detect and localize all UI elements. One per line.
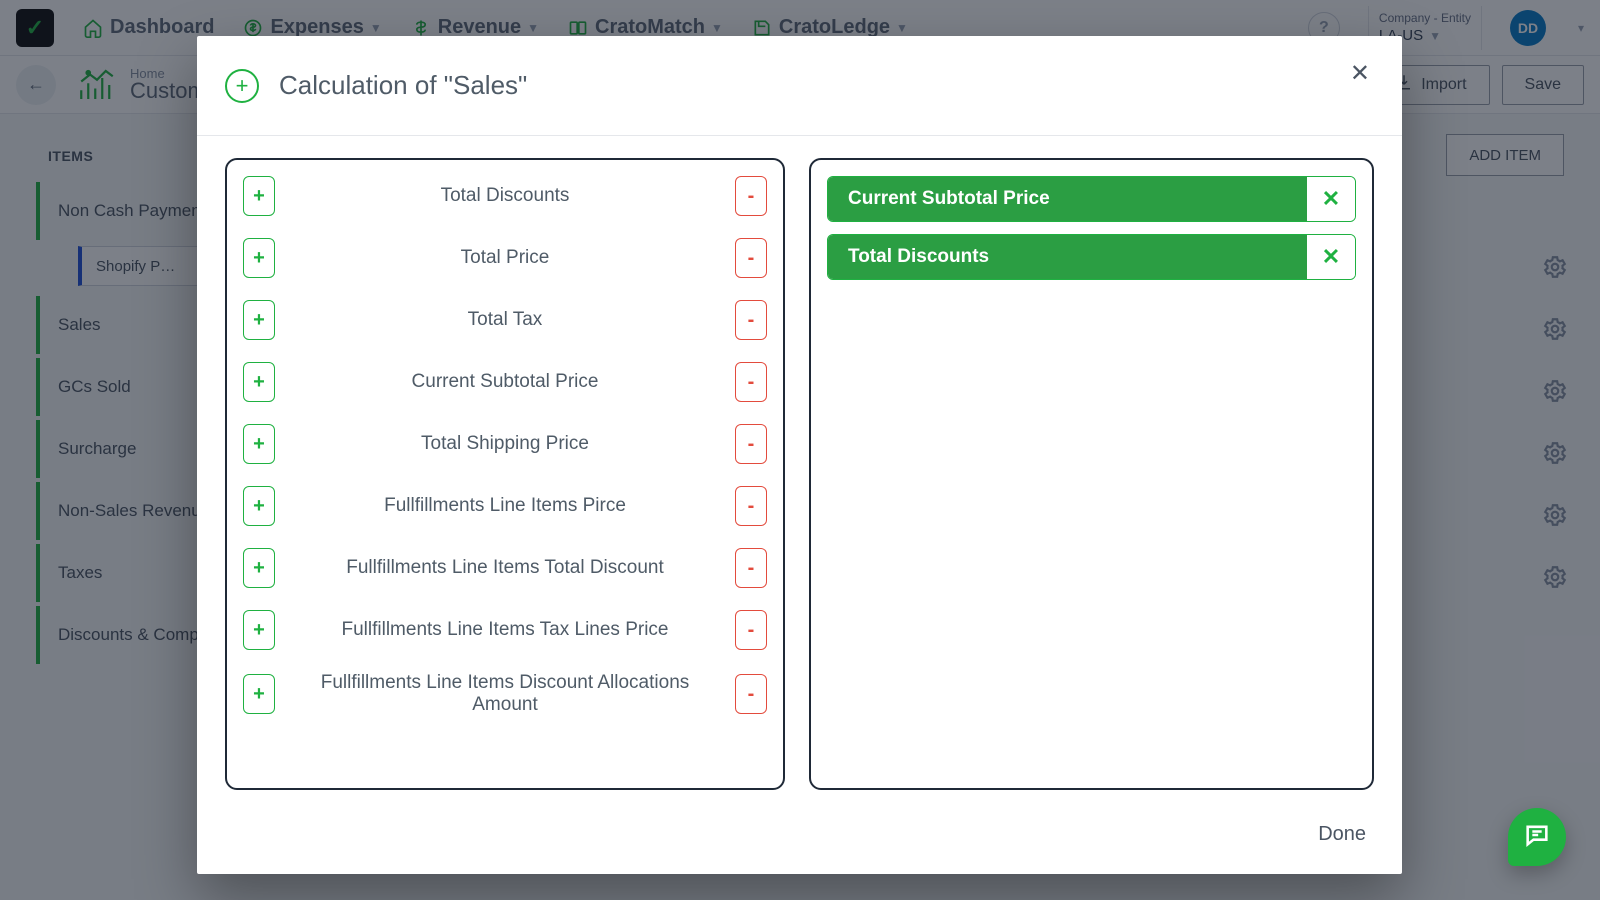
modal-title: Calculation of "Sales": [279, 70, 527, 101]
modal-header: + Calculation of "Sales": [197, 36, 1402, 136]
subtract-button[interactable]: -: [735, 486, 767, 526]
remove-chip-button[interactable]: ✕: [1307, 235, 1355, 279]
add-button[interactable]: +: [243, 362, 275, 402]
calc-row: + Total Tax -: [237, 300, 773, 340]
calc-row: + Fullfillments Line Items Discount Allo…: [237, 672, 773, 716]
calc-field-label: Fullfillments Line Items Discount Alloca…: [289, 672, 721, 716]
add-button[interactable]: +: [243, 610, 275, 650]
calc-field-label: Fullfillments Line Items Total Discount: [289, 557, 721, 579]
calc-field-label: Total Price: [289, 247, 721, 269]
subtract-button[interactable]: -: [735, 610, 767, 650]
remove-chip-button[interactable]: ✕: [1307, 177, 1355, 221]
calc-field-label: Total Shipping Price: [289, 433, 721, 455]
selected-fields-panel: Current Subtotal Price ✕ Total Discounts…: [809, 158, 1374, 790]
add-button[interactable]: +: [243, 424, 275, 464]
chat-icon: [1523, 821, 1551, 854]
add-button[interactable]: +: [243, 548, 275, 588]
subtract-button[interactable]: -: [735, 238, 767, 278]
calc-row: + Fullfillments Line Items Tax Lines Pri…: [237, 610, 773, 650]
calc-row: + Total Discounts -: [237, 176, 773, 216]
selected-chip: Total Discounts ✕: [827, 234, 1356, 280]
plus-circle-icon: +: [225, 69, 259, 103]
add-button[interactable]: +: [243, 674, 275, 714]
close-icon[interactable]: ✕: [1350, 62, 1370, 86]
calc-row: + Fullfillments Line Items Total Discoun…: [237, 548, 773, 588]
add-button[interactable]: +: [243, 300, 275, 340]
calculation-modal: ✕ + Calculation of "Sales" + Total Disco…: [197, 36, 1402, 874]
calc-row: + Total Shipping Price -: [237, 424, 773, 464]
calc-field-label: Current Subtotal Price: [289, 371, 721, 393]
subtract-button[interactable]: -: [735, 300, 767, 340]
available-fields-panel: + Total Discounts - + Total Price - + To…: [225, 158, 785, 790]
calc-field-label: Fullfillments Line Items Tax Lines Price: [289, 619, 721, 641]
calc-row: + Current Subtotal Price -: [237, 362, 773, 402]
subtract-button[interactable]: -: [735, 674, 767, 714]
add-button[interactable]: +: [243, 486, 275, 526]
add-button[interactable]: +: [243, 238, 275, 278]
subtract-button[interactable]: -: [735, 548, 767, 588]
subtract-button[interactable]: -: [735, 362, 767, 402]
calc-field-label: Fullfillments Line Items Pirce: [289, 495, 721, 517]
calc-row: + Fullfillments Line Items Pirce -: [237, 486, 773, 526]
modal-body: + Total Discounts - + Total Price - + To…: [197, 136, 1402, 794]
chat-fab[interactable]: [1508, 808, 1566, 866]
selected-chip-label: Current Subtotal Price: [828, 177, 1307, 221]
subtract-button[interactable]: -: [735, 424, 767, 464]
selected-chip-label: Total Discounts: [828, 235, 1307, 279]
calc-row: + Total Price -: [237, 238, 773, 278]
calc-field-label: Total Tax: [289, 309, 721, 331]
add-button[interactable]: +: [243, 176, 275, 216]
selected-chip: Current Subtotal Price ✕: [827, 176, 1356, 222]
modal-footer: Done: [197, 794, 1402, 874]
subtract-button[interactable]: -: [735, 176, 767, 216]
calc-field-label: Total Discounts: [289, 185, 721, 207]
done-button[interactable]: Done: [1318, 823, 1366, 846]
